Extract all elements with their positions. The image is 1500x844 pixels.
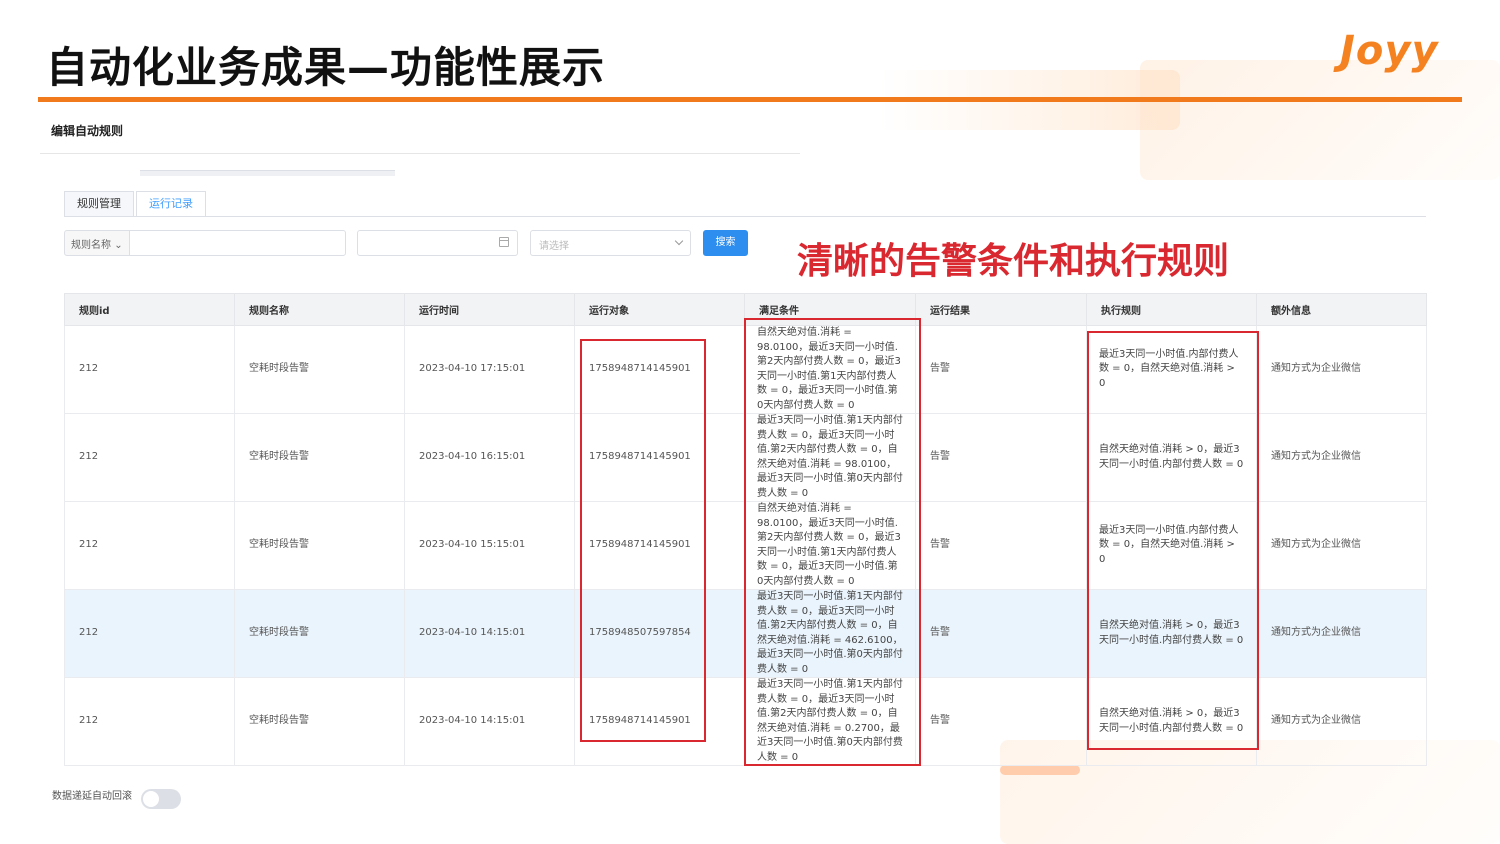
brand-logo: Joyy [1340, 28, 1439, 74]
tab-rule-management[interactable]: 规则管理 [64, 191, 134, 217]
decor-shape [1000, 765, 1080, 775]
highlight-box-target [580, 339, 706, 742]
cell-run-result: 告警 [915, 589, 1087, 678]
cell-extra-info: 通知方式为企业微信 [1256, 413, 1427, 502]
calendar-icon [499, 237, 509, 247]
rollback-toggle[interactable] [141, 789, 181, 809]
column-header-run-result[interactable]: 运行结果 [915, 293, 1087, 326]
cell-rule-id: 212 [64, 677, 235, 766]
cell-extra-info: 通知方式为企业微信 [1256, 501, 1427, 590]
status-select-placeholder: 请选择 [539, 241, 569, 252]
column-header-rule-name[interactable]: 规则名称 [234, 293, 405, 326]
search-button[interactable]: 搜索 [703, 230, 748, 256]
cell-rule-id: 212 [64, 325, 235, 414]
cell-rule-name: 空耗时段告警 [234, 677, 405, 766]
chevron-down-icon [674, 236, 684, 246]
decor-shape [1140, 60, 1500, 180]
rollback-toggle-label: 数据递延自动回滚 [52, 791, 132, 802]
status-select[interactable]: 请选择 [530, 230, 691, 256]
column-header-rule-id[interactable]: 规则id [64, 293, 235, 326]
cell-rule-id: 212 [64, 501, 235, 590]
cell-run-time: 2023-04-10 14:15:01 [404, 677, 575, 766]
field-selector[interactable]: 规则名称 ⌄ [64, 230, 130, 256]
cell-rule-name: 空耗时段告警 [234, 413, 405, 502]
cell-run-time: 2023-04-10 17:15:01 [404, 325, 575, 414]
highlight-box-condition [744, 318, 921, 766]
cell-extra-info: 通知方式为企业微信 [1256, 677, 1427, 766]
panel-divider [40, 153, 800, 154]
toggle-knob [143, 791, 159, 807]
faded-tab-strip [140, 170, 395, 176]
cell-run-result: 告警 [915, 325, 1087, 414]
date-picker-input[interactable] [357, 230, 518, 256]
cell-rule-id: 212 [64, 413, 235, 502]
column-header-run-target[interactable]: 运行对象 [574, 293, 745, 326]
tab-bar: 规则管理 运行记录 [64, 191, 208, 217]
tab-run-records[interactable]: 运行记录 [136, 191, 206, 217]
cell-rule-id: 212 [64, 589, 235, 678]
tab-divider [64, 216, 1426, 217]
cell-extra-info: 通知方式为企业微信 [1256, 589, 1427, 678]
title-divider [38, 97, 1462, 102]
cell-run-result: 告警 [915, 413, 1087, 502]
column-header-run-time[interactable]: 运行时间 [404, 293, 575, 326]
column-header-extra-info[interactable]: 额外信息 [1256, 293, 1427, 326]
cell-rule-name: 空耗时段告警 [234, 325, 405, 414]
chevron-down-icon: ⌄ [114, 240, 123, 251]
cell-run-result: 告警 [915, 677, 1087, 766]
cell-run-time: 2023-04-10 16:15:01 [404, 413, 575, 502]
cell-rule-name: 空耗时段告警 [234, 501, 405, 590]
cell-extra-info: 通知方式为企业微信 [1256, 325, 1427, 414]
panel-title: 编辑自动规则 [51, 124, 124, 138]
cell-run-time: 2023-04-10 15:15:01 [404, 501, 575, 590]
annotation-caption: 清晰的告警条件和执行规则 [797, 241, 1230, 282]
cell-rule-name: 空耗时段告警 [234, 589, 405, 678]
column-header-exec-rule[interactable]: 执行规则 [1086, 293, 1257, 326]
highlight-box-exec-rule [1087, 331, 1259, 750]
field-selector-label: 规则名称 [71, 240, 111, 251]
cell-run-time: 2023-04-10 14:15:01 [404, 589, 575, 678]
rule-name-input[interactable] [129, 230, 346, 256]
cell-run-result: 告警 [915, 501, 1087, 590]
slide-title: 自动化业务成果—功能性展示 [46, 43, 606, 92]
